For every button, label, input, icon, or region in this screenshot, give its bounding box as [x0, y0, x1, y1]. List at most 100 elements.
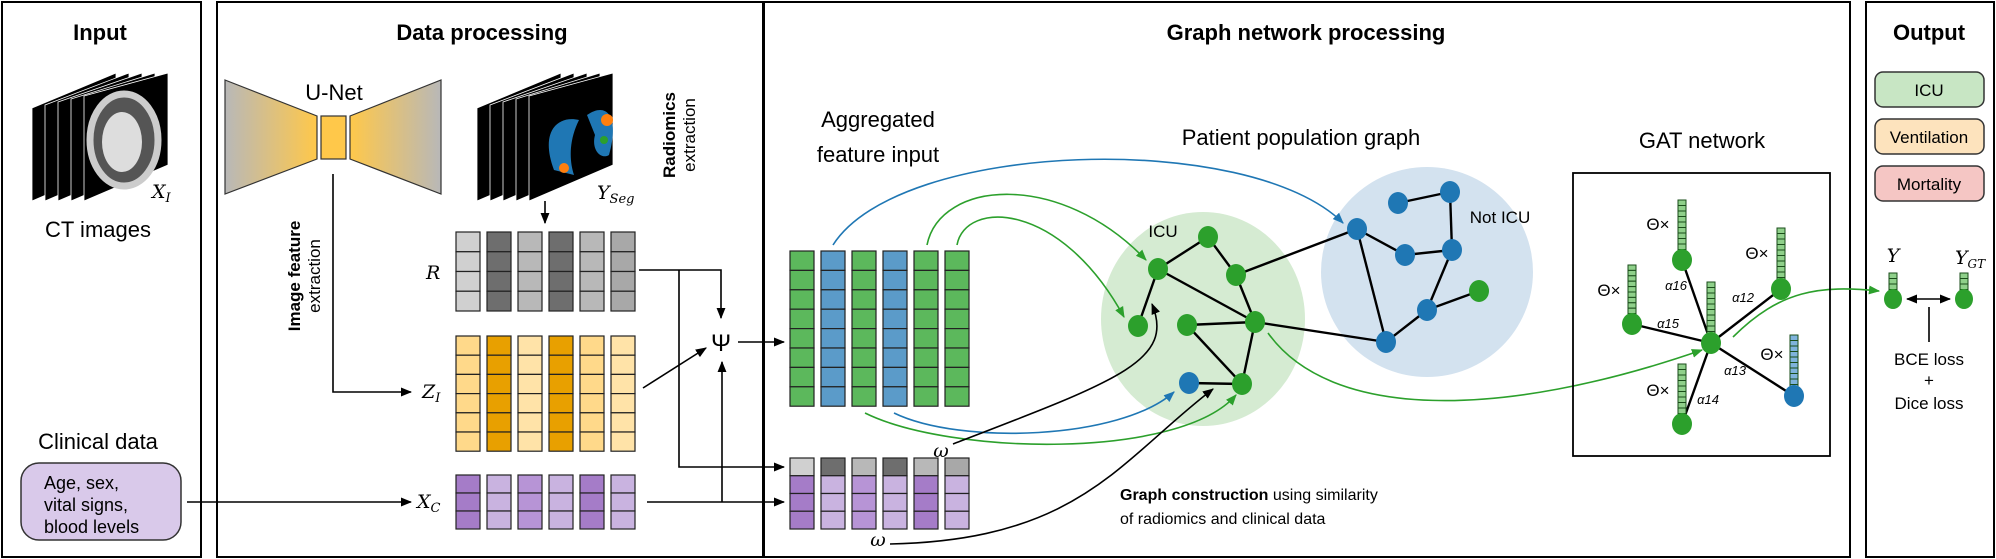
matrix-cell — [455, 393, 481, 414]
task-label: Ventilation — [1890, 128, 1968, 147]
unet-label: U-Net — [305, 80, 362, 105]
matrix-cell — [944, 269, 970, 291]
matrix-cell — [455, 492, 481, 512]
matrix-cell — [548, 510, 574, 530]
matrix-cell — [610, 510, 636, 530]
image-feature-matrix-zi — [455, 335, 636, 452]
matrix-cell — [851, 510, 877, 530]
plus-label: + — [1924, 371, 1934, 390]
icu-patient-node — [1469, 280, 1489, 302]
feature-bar-cell — [1677, 396, 1687, 403]
matrix-cell — [517, 335, 543, 356]
not-icu-patient-node — [1417, 299, 1437, 321]
matrix-cell — [455, 251, 481, 273]
seg-lesion — [600, 136, 608, 144]
matrix-cell — [610, 335, 636, 356]
matrix-cell — [820, 457, 846, 477]
x-c-label: XC — [415, 491, 441, 516]
gat-network: Θ× α16 Θ× α12 Θ× α15 Θ× α13 Θ× α14 — [1597, 199, 1804, 435]
clinical-data-title: Clinical data — [38, 429, 159, 454]
matrix-cell — [455, 354, 481, 376]
alpha-label: α13 — [1724, 363, 1747, 378]
matrix-cell — [610, 231, 636, 253]
matrix-cell — [610, 393, 636, 414]
feature-bar-cell — [1677, 216, 1687, 223]
matrix-cell — [455, 231, 481, 253]
not-icu-patient-node — [1347, 218, 1367, 240]
blue-arrow-top — [832, 158, 1344, 246]
matrix-cell — [820, 366, 846, 388]
input-title: Input — [73, 20, 127, 45]
matrix-cell — [913, 510, 939, 530]
matrix-cell — [610, 354, 636, 376]
aggregated-feature-matrix — [789, 250, 970, 407]
lung-region — [102, 112, 142, 172]
feature-bar-cell — [1776, 238, 1786, 245]
matrix-cell — [789, 250, 815, 271]
matrix-cell — [913, 289, 939, 310]
matrix-cell — [789, 492, 815, 512]
feature-bar-cell — [1677, 232, 1687, 239]
matrix-cell — [486, 354, 512, 376]
matrix-cell — [517, 290, 543, 312]
matrix-cell — [913, 347, 939, 368]
icu-patient-node — [1128, 315, 1148, 337]
matrix-cell — [579, 290, 605, 312]
feature-bar-cell — [1776, 233, 1786, 240]
matrix-cell — [486, 510, 512, 530]
feature-bar-cell — [1706, 325, 1716, 332]
unet-bottleneck — [320, 115, 347, 160]
matrix-cell — [455, 474, 481, 494]
matrix-cell — [486, 251, 512, 273]
feature-bar-cell — [1677, 407, 1687, 414]
not-icu-patient-node — [1179, 372, 1199, 394]
feature-bar-cell — [1959, 272, 1969, 279]
segmentation-stack — [476, 72, 614, 202]
matrix-cell — [913, 386, 939, 407]
matrix-cell — [820, 250, 846, 271]
matrix-cell — [548, 354, 574, 376]
seg-lesion — [601, 114, 613, 126]
matrix-cell — [579, 431, 605, 452]
not-icu-patient-node — [1395, 244, 1415, 266]
clinical-matrix-xc — [455, 474, 636, 530]
matrix-cell — [789, 457, 815, 477]
neighbor-node — [1784, 385, 1804, 407]
feature-bar-cell — [1789, 334, 1799, 341]
matrix-cell — [789, 510, 815, 530]
matrix-cell — [548, 431, 574, 452]
feature-bar-cell — [1959, 283, 1969, 290]
matrix-cell — [820, 269, 846, 291]
matrix-cell — [882, 492, 908, 512]
neighbor-node — [1672, 249, 1692, 271]
dice-loss-label: Dice loss — [1895, 394, 1964, 413]
matrix-cell — [851, 457, 877, 477]
matrix-cell — [851, 475, 877, 495]
matrix-cell — [455, 373, 481, 395]
image-feature-extraction-label: Image featureextraction — [285, 221, 324, 332]
matrix-cell — [517, 474, 543, 494]
clinical-line-1: Age, sex, — [44, 473, 119, 493]
feature-bar-cell — [1677, 199, 1687, 206]
matrix-cell — [944, 475, 970, 495]
feature-bar-cell — [1627, 275, 1637, 282]
matrix-cell — [548, 474, 574, 494]
feature-bar-cell — [1677, 238, 1687, 245]
matrix-cell — [548, 373, 574, 395]
feature-bar-cell — [1888, 278, 1898, 285]
matrix-cell — [944, 347, 970, 368]
matrix-cell — [882, 308, 908, 330]
feature-bar-cell — [1789, 373, 1799, 380]
clinical-line-3: blood levels — [44, 517, 139, 537]
matrix-cell — [882, 328, 908, 349]
matrix-cell — [789, 386, 815, 407]
matrix-cell — [882, 510, 908, 530]
icu-patient-node — [1232, 373, 1252, 395]
r-label: R — [425, 262, 440, 284]
feature-bar-cell — [1627, 291, 1637, 298]
theta-label: Θ× — [1760, 345, 1783, 364]
matrix-cell — [882, 457, 908, 477]
alpha-label: α15 — [1657, 316, 1680, 331]
ct-images-label: CT images — [45, 217, 151, 242]
matrix-cell — [944, 492, 970, 512]
